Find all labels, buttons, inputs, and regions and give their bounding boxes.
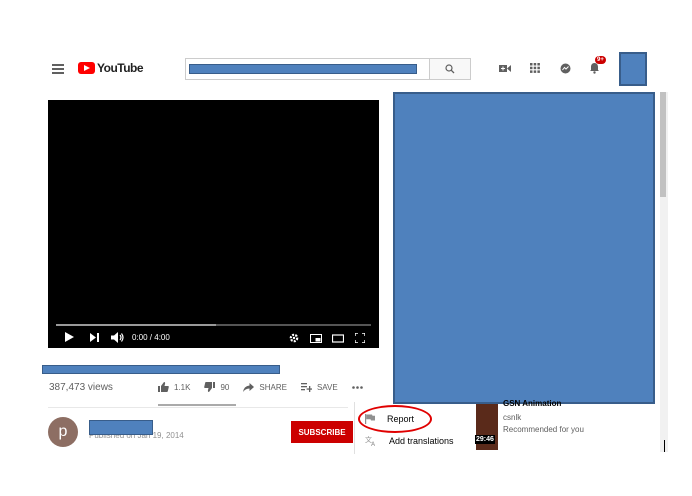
video-duration: 29:46 [475, 435, 495, 444]
progress-bar[interactable] [56, 324, 371, 326]
thumbs-up-icon [158, 382, 169, 392]
dislike-button[interactable]: 90 [204, 382, 229, 392]
text-cursor [664, 440, 665, 452]
logo-text: YouTube [97, 61, 144, 75]
annotation-circle [358, 405, 432, 433]
settings-gear-icon[interactable] [289, 333, 299, 343]
progress-loaded [56, 324, 216, 326]
redacted-search-text [189, 64, 417, 74]
like-button[interactable]: 1.1K [158, 382, 190, 392]
avatar-letter: p [58, 423, 68, 440]
volume-icon[interactable] [111, 332, 124, 343]
channel-avatar[interactable]: p [48, 417, 78, 447]
share-button[interactable]: SHARE [243, 382, 287, 392]
divider [48, 407, 348, 408]
menu-item-add-translations[interactable]: 文A Add translations [365, 435, 454, 446]
recommended-title[interactable]: GSN Animation [503, 400, 593, 408]
messages-icon[interactable] [557, 60, 573, 76]
account-avatar-redacted[interactable] [619, 52, 647, 86]
view-count: 387,473 views [49, 382, 113, 393]
search-input[interactable] [185, 58, 430, 80]
recommended-reason: Recommended for you [503, 425, 584, 434]
create-video-icon[interactable] [497, 60, 513, 76]
youtube-logo[interactable]: YouTube [78, 61, 144, 75]
subscribe-label: SUBSCRIBE [298, 427, 346, 437]
more-actions-button[interactable] [351, 385, 368, 389]
subscribe-button[interactable]: SUBSCRIBE [291, 421, 353, 443]
scrollbar-thumb[interactable] [660, 92, 666, 197]
notification-badge: 9+ [595, 56, 606, 64]
more-horizontal-icon [351, 385, 363, 389]
save-label: SAVE [316, 382, 338, 392]
save-button[interactable]: SAVE [300, 382, 338, 392]
sentiment-bar [158, 404, 236, 406]
sidebar-redacted [393, 92, 655, 404]
next-recommended-title[interactable] [503, 451, 573, 454]
share-icon [243, 382, 255, 392]
time-display: 0:00 / 4:00 [132, 333, 170, 342]
recommended-thumbnail[interactable]: 29:46 [475, 404, 498, 450]
theater-mode-icon[interactable] [332, 334, 344, 343]
like-count: 1.1K [174, 382, 191, 392]
share-label: SHARE [259, 382, 287, 392]
menu-item-label: Add translations [389, 435, 454, 446]
notifications-icon[interactable]: 9+ [586, 56, 606, 76]
miniplayer-icon[interactable] [310, 334, 322, 343]
dislike-count: 90 [220, 382, 230, 392]
video-actions: 1.1K 90 SHARE SAVE [158, 382, 382, 392]
next-icon[interactable] [90, 333, 99, 342]
menu-icon[interactable] [52, 64, 64, 74]
apps-grid-icon[interactable] [527, 60, 543, 76]
youtube-play-icon [78, 62, 95, 74]
video-player[interactable]: 0:00 / 4:00 [48, 100, 379, 348]
video-title-redacted [42, 365, 280, 374]
recommended-channel[interactable]: csnlk [503, 413, 521, 422]
thumbs-down-icon [204, 382, 216, 392]
svg-text:A: A [371, 441, 376, 446]
search-button[interactable] [429, 58, 471, 80]
playlist-add-icon [300, 382, 312, 392]
search-icon [445, 64, 455, 74]
fullscreen-icon[interactable] [355, 333, 365, 343]
translate-icon: 文A [365, 435, 376, 446]
masthead: YouTube 9+ [40, 52, 660, 86]
play-icon[interactable] [64, 332, 74, 342]
channel-name-redacted[interactable] [89, 420, 153, 435]
